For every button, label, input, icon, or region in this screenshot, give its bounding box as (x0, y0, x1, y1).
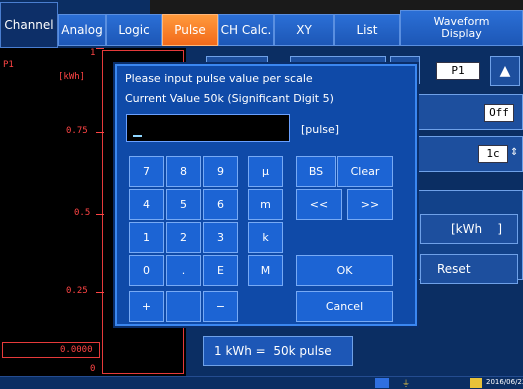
y-tick-label: 0.5 (74, 208, 91, 218)
y-tick-label: 0 (90, 364, 96, 374)
key-exponent[interactable]: E (203, 255, 238, 286)
y-tick-label: 0.25 (66, 286, 88, 296)
key-plus[interactable]: + (129, 291, 164, 322)
up-arrow-icon[interactable]: ▲ (490, 56, 520, 86)
key-1[interactable]: 1 (129, 222, 164, 253)
tab-analog[interactable]: Analog (58, 14, 106, 46)
backspace-button[interactable]: BS (296, 156, 336, 187)
onoff-value[interactable]: Off (484, 104, 514, 122)
pulse-unit-label: [pulse] (301, 123, 340, 136)
key-blank (166, 291, 201, 322)
key-0[interactable]: 0 (129, 255, 164, 286)
key-mega[interactable]: M (248, 255, 283, 286)
status-bar: ⏚ 2016/06/23 (0, 376, 523, 389)
y-tick-label: 0.0000 (60, 345, 93, 355)
ok-button[interactable]: OK (296, 255, 393, 286)
pulse-input-dialog: Please input pulse value per scale Curre… (115, 64, 417, 326)
key-micro[interactable]: μ (248, 156, 283, 187)
key-4[interactable]: 4 (129, 189, 164, 220)
tab-pulse[interactable]: Pulse (162, 14, 218, 46)
unit-value-button[interactable]: [kWh ] (420, 214, 518, 244)
graph-channel-label: P1 (3, 60, 14, 70)
spinner-icon[interactable]: ⇕ (510, 147, 518, 158)
battery-icon (470, 378, 482, 388)
sd-card-icon (375, 378, 389, 388)
y-tick (96, 214, 104, 215)
date-label: 2016/06/23 (486, 378, 523, 386)
graph-unit-label: [kWh] (58, 72, 86, 82)
cursor-right-button[interactable]: >> (347, 189, 393, 220)
key-6[interactable]: 6 (203, 189, 238, 220)
key-3[interactable]: 3 (203, 222, 238, 253)
reset-button[interactable]: Reset (420, 254, 518, 284)
tab-xy[interactable]: XY (274, 14, 334, 46)
y-tick (96, 132, 104, 133)
key-9[interactable]: 9 (203, 156, 238, 187)
key-decimal[interactable]: . (166, 255, 201, 286)
key-minus[interactable]: − (203, 291, 238, 322)
tab-bar: Channel Analog Logic Pulse CH Calc. XY L… (0, 0, 523, 48)
key-5[interactable]: 5 (166, 189, 201, 220)
key-8[interactable]: 8 (166, 156, 201, 187)
key-milli[interactable]: m (248, 189, 283, 220)
usb-icon: ⏚ (402, 379, 410, 388)
y-tick (96, 292, 104, 293)
y-tick-label: 0.75 (66, 126, 88, 136)
pulse-equivalence: 1 kWh = 50k pulse (203, 336, 353, 366)
tab-ch-calc[interactable]: CH Calc. (218, 14, 274, 46)
y-tick-label: 1 (90, 48, 96, 58)
tab-waveform-display[interactable]: Waveform Display (400, 10, 523, 46)
cursor-left-button[interactable]: << (296, 189, 342, 220)
text-cursor (133, 135, 142, 137)
current-value-text: Current Value 50k (Significant Digit 5) (125, 92, 334, 105)
key-7[interactable]: 7 (129, 156, 164, 187)
channel-select[interactable]: P1 (436, 62, 480, 80)
divisions-value[interactable]: 1c (478, 145, 508, 163)
tab-logic[interactable]: Logic (106, 14, 162, 46)
key-kilo[interactable]: k (248, 222, 283, 253)
y-tick (96, 48, 104, 49)
pulse-value-input[interactable] (126, 114, 290, 142)
tab-list[interactable]: List (334, 14, 400, 46)
dialog-prompt: Please input pulse value per scale (125, 72, 313, 85)
key-2[interactable]: 2 (166, 222, 201, 253)
clear-button[interactable]: Clear (337, 156, 393, 187)
cancel-button[interactable]: Cancel (296, 291, 393, 322)
tab-channel[interactable]: Channel (0, 2, 58, 48)
